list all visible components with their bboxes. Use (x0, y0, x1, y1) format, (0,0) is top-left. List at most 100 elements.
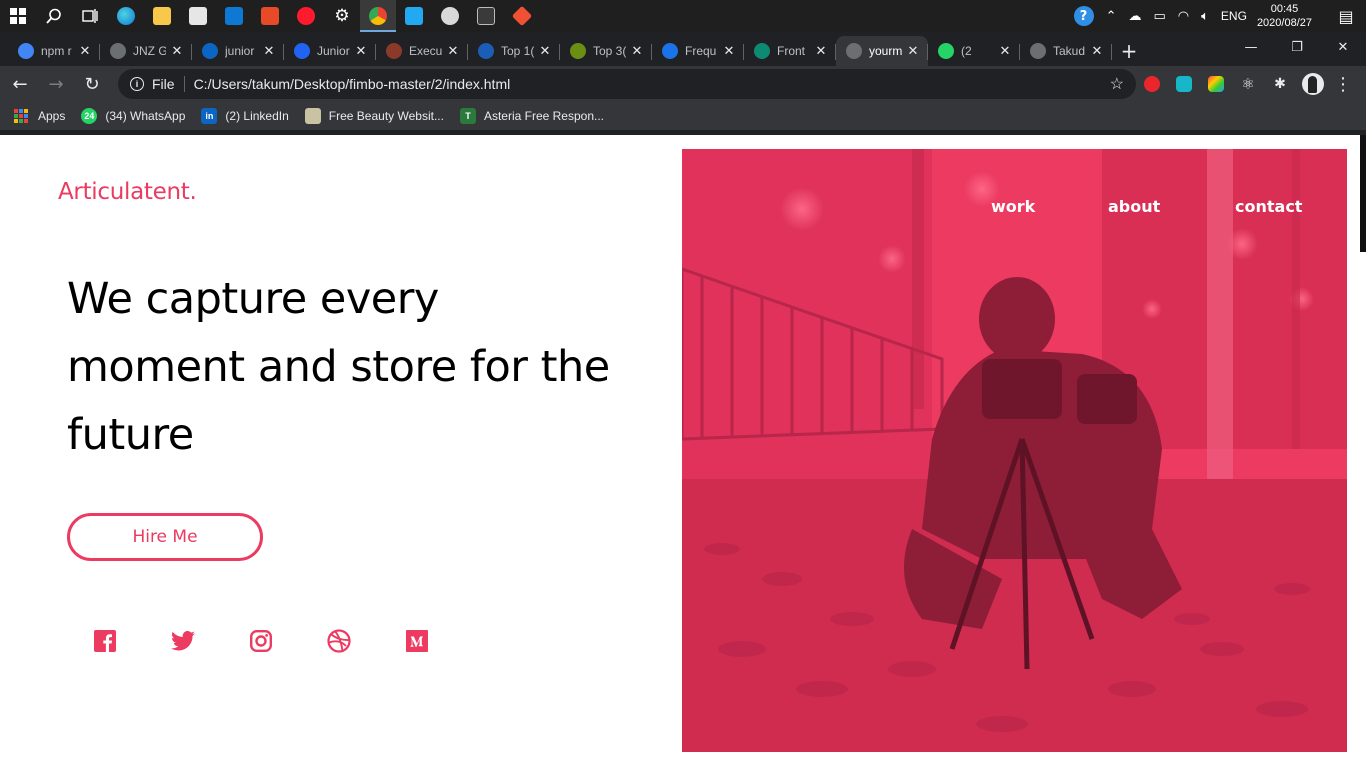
browser-tab[interactable]: (2 ✕ (928, 36, 1020, 66)
clock[interactable]: 00:45 2020/08/27 (1257, 2, 1312, 30)
tab-close-icon[interactable]: ✕ (170, 43, 184, 59)
mail-icon[interactable] (216, 0, 252, 32)
website-icon (304, 108, 321, 124)
browser-tab[interactable]: Takud ✕ (1020, 36, 1112, 66)
store-icon[interactable] (180, 0, 216, 32)
terminal-icon[interactable] (468, 0, 504, 32)
menu-kebab-icon[interactable]: ⋮ (1330, 74, 1356, 95)
battery-icon[interactable]: ▭ (1153, 9, 1165, 24)
wifi-icon[interactable]: ◠ (1178, 9, 1189, 24)
twitter-icon[interactable] (171, 629, 195, 653)
adblock-extension-icon[interactable] (1136, 68, 1168, 100)
git-icon[interactable] (504, 0, 540, 32)
t-icon: T (459, 108, 476, 124)
notification-icon[interactable]: ▤ (1326, 7, 1366, 26)
opera-icon[interactable] (288, 0, 324, 32)
site-logo[interactable]: Articulatent. (58, 179, 197, 205)
system-tray: ? ⌃ ☁ ▭ ◠ 🔈︎ ENG 00:45 2020/08/27 ▤ (1068, 0, 1366, 32)
tab-label: Takud (1053, 44, 1086, 58)
tab-close-icon[interactable]: ✕ (630, 43, 644, 59)
hero-headline: We capture every moment and store for th… (67, 274, 610, 460)
help-icon[interactable]: ? (1073, 6, 1094, 26)
browser-tab[interactable]: Top 1( ✕ (468, 36, 560, 66)
search-icon[interactable] (36, 0, 72, 32)
profile-avatar[interactable] (1302, 73, 1324, 95)
google-icon (18, 43, 34, 59)
volume-icon[interactable]: 🔈︎ (1201, 9, 1209, 24)
tab-label: yourm (869, 44, 902, 58)
bookmark-linkedin[interactable]: in (2) LinkedIn (201, 108, 289, 124)
browser-tab[interactable]: npm r ✕ (8, 36, 100, 66)
back-button[interactable]: ← (4, 68, 36, 100)
nav-link-about[interactable]: about (1108, 197, 1160, 216)
close-window-icon[interactable]: ✕ (1320, 32, 1366, 62)
dribbble-icon[interactable] (327, 629, 351, 653)
tab-close-icon[interactable]: ✕ (446, 43, 460, 59)
office-icon[interactable] (252, 0, 288, 32)
x-icon (386, 43, 402, 59)
nav-link-contact[interactable]: contact (1235, 197, 1302, 216)
instagram-icon[interactable] (249, 629, 273, 653)
tab-close-icon[interactable]: ✕ (262, 43, 276, 59)
browser-tab[interactable]: yourm ✕ (836, 36, 928, 66)
apps-grid-icon (14, 109, 28, 123)
tab-close-icon[interactable]: ✕ (722, 43, 736, 59)
bookmark-whatsapp[interactable]: 24 (34) WhatsApp (81, 108, 185, 124)
social-links (93, 629, 483, 653)
facebook-icon[interactable] (93, 629, 117, 653)
tab-close-icon[interactable]: ✕ (814, 43, 828, 59)
cloud-icon[interactable]: ☁ (1128, 9, 1141, 24)
clock-date: 2020/08/27 (1256, 17, 1312, 29)
tab-close-icon[interactable]: ✕ (78, 43, 92, 59)
extensions-puzzle-icon[interactable]: ✱ (1264, 68, 1296, 100)
language-indicator[interactable]: ENG (1221, 9, 1247, 23)
bookmark-apps[interactable]: Apps (14, 109, 65, 123)
file-explorer-icon[interactable] (144, 0, 180, 32)
site-info-icon[interactable]: i (130, 77, 144, 91)
windows-start-icon[interactable] (0, 0, 36, 32)
address-bar[interactable]: i File C:/Users/takum/Desktop/fimbo-mast… (118, 69, 1136, 99)
bookmark-label: Apps (38, 109, 66, 123)
bookmark-asteria[interactable]: T Asteria Free Respon... (459, 108, 604, 124)
tab-close-icon[interactable]: ✕ (1090, 43, 1104, 59)
e-icon (478, 43, 494, 59)
reload-button[interactable]: ↻ (76, 68, 108, 100)
react-devtools-icon[interactable]: ⚛ (1232, 68, 1264, 100)
tab-close-icon[interactable]: ✕ (998, 43, 1012, 59)
new-tab-button[interactable]: + (1112, 36, 1146, 66)
browser-tab[interactable]: Frequ ✕ (652, 36, 744, 66)
extension-color-icon[interactable] (1200, 68, 1232, 100)
forward-button[interactable]: → (40, 68, 72, 100)
hire-me-button[interactable]: Hire Me (67, 513, 263, 561)
tab-close-icon[interactable]: ✕ (354, 43, 368, 59)
media-player-icon[interactable] (432, 0, 468, 32)
chrome-icon[interactable] (360, 0, 396, 32)
vscode-icon[interactable] (396, 0, 432, 32)
extension-cyan-icon[interactable] (1168, 68, 1200, 100)
tab-label: (2 (961, 44, 972, 58)
browser-tab[interactable]: Front ✕ (744, 36, 836, 66)
chevron-up-icon[interactable]: ⌃ (1106, 9, 1117, 24)
tab-close-icon[interactable]: ✕ (906, 43, 920, 59)
whatsapp-icon: 24 (81, 108, 98, 124)
globe-icon (110, 43, 126, 59)
browser-tab[interactable]: JNZ G ✕ (100, 36, 192, 66)
edge-icon[interactable] (108, 0, 144, 32)
tab-close-icon[interactable]: ✕ (538, 43, 552, 59)
browser-tab[interactable]: Junior ✕ (284, 36, 376, 66)
medium-icon[interactable] (405, 629, 429, 653)
browser-tab[interactable]: junior ✕ (192, 36, 284, 66)
task-view-icon[interactable] (72, 0, 108, 32)
browser-tab[interactable]: Top 3(✕ (560, 36, 652, 66)
restore-icon[interactable]: ❐ (1274, 32, 1320, 62)
ssd-icon (662, 43, 678, 59)
settings-icon[interactable]: ⚙ (324, 0, 360, 32)
bookmark-free-beauty[interactable]: Free Beauty Websit... (304, 108, 444, 124)
minimize-icon[interactable]: — (1228, 32, 1274, 62)
url-text[interactable]: C:/Users/takum/Desktop/fimbo-master/2/in… (194, 76, 1110, 92)
tab-label: Top 1( (501, 44, 534, 58)
browser-tab[interactable]: Execu ✕ (376, 36, 468, 66)
page-scrollbar[interactable] (1360, 135, 1366, 252)
bookmark-star-icon[interactable]: ☆ (1110, 74, 1124, 94)
nav-link-work[interactable]: work (991, 197, 1035, 216)
